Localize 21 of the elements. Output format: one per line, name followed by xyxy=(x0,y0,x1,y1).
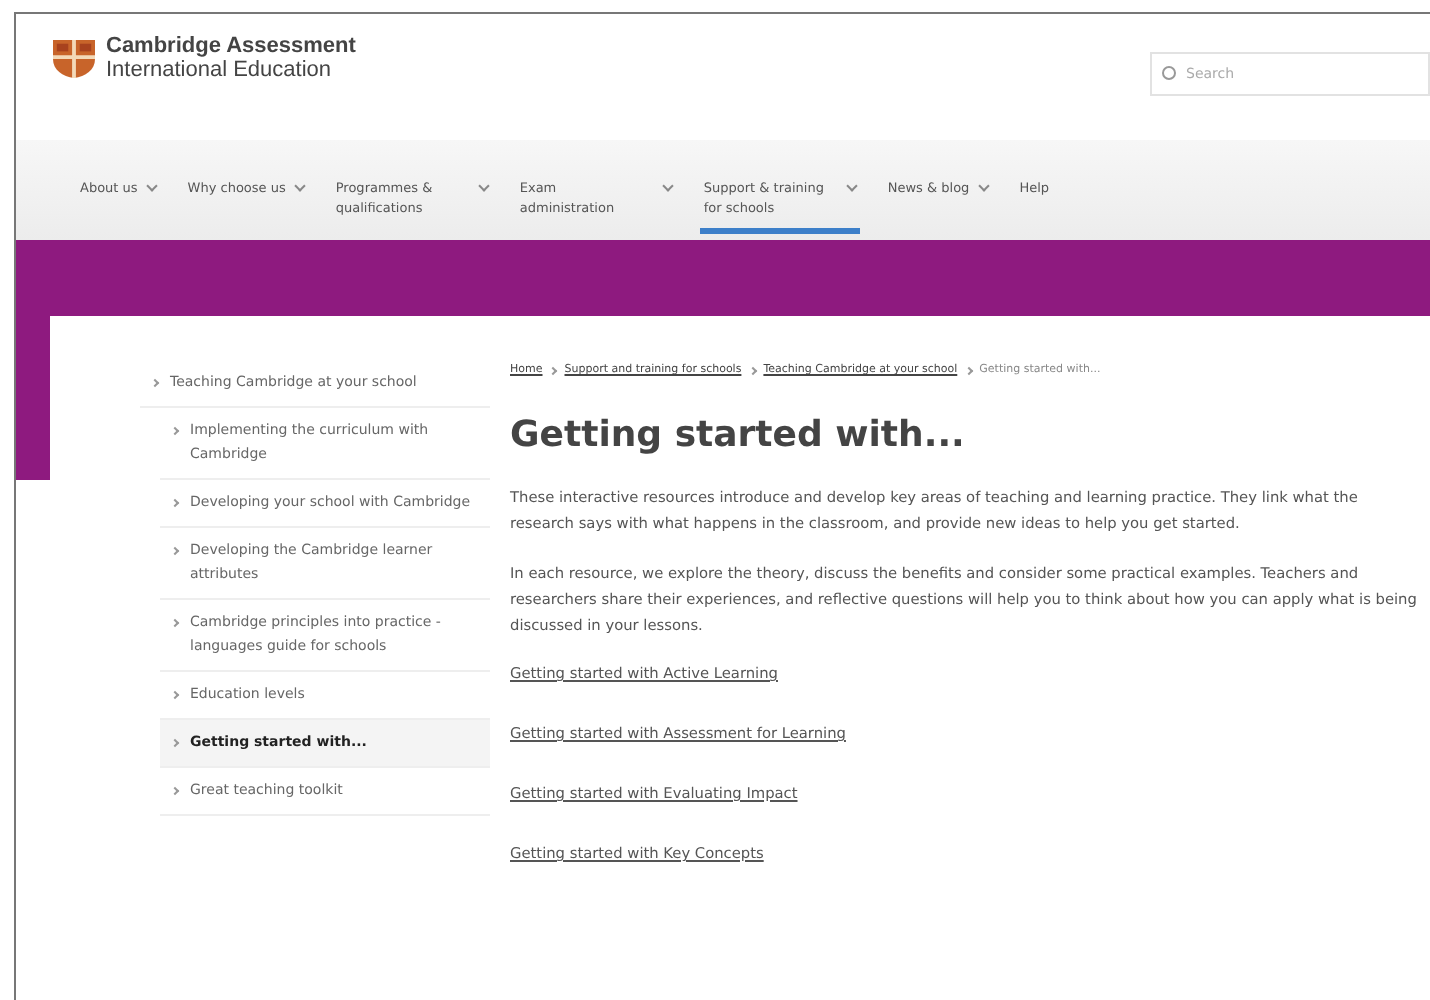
chevron-icon xyxy=(549,365,558,375)
chevron-icon xyxy=(170,690,180,700)
chevron-icon xyxy=(170,498,180,508)
caret-icon xyxy=(662,180,674,192)
chevron-icon xyxy=(170,426,180,436)
chevron-icon xyxy=(170,738,180,748)
caret-icon xyxy=(977,180,990,192)
chevron-icon xyxy=(170,618,180,628)
chevron-icon xyxy=(748,365,757,375)
caret-icon xyxy=(294,180,306,192)
shield-logo-icon xyxy=(50,37,98,79)
chevron-icon xyxy=(150,378,160,388)
chevron-icon xyxy=(170,786,180,796)
chevron-icon xyxy=(964,365,973,375)
caret-icon xyxy=(145,180,158,192)
caret-icon xyxy=(846,180,858,192)
logo-text[interactable]: Cambridge Assessment xyxy=(106,34,356,58)
page-title: Getting started with... xyxy=(510,414,967,456)
logo-subtext[interactable]: International Education xyxy=(106,58,356,82)
caret-icon xyxy=(478,180,490,192)
chevron-icon xyxy=(170,546,180,556)
